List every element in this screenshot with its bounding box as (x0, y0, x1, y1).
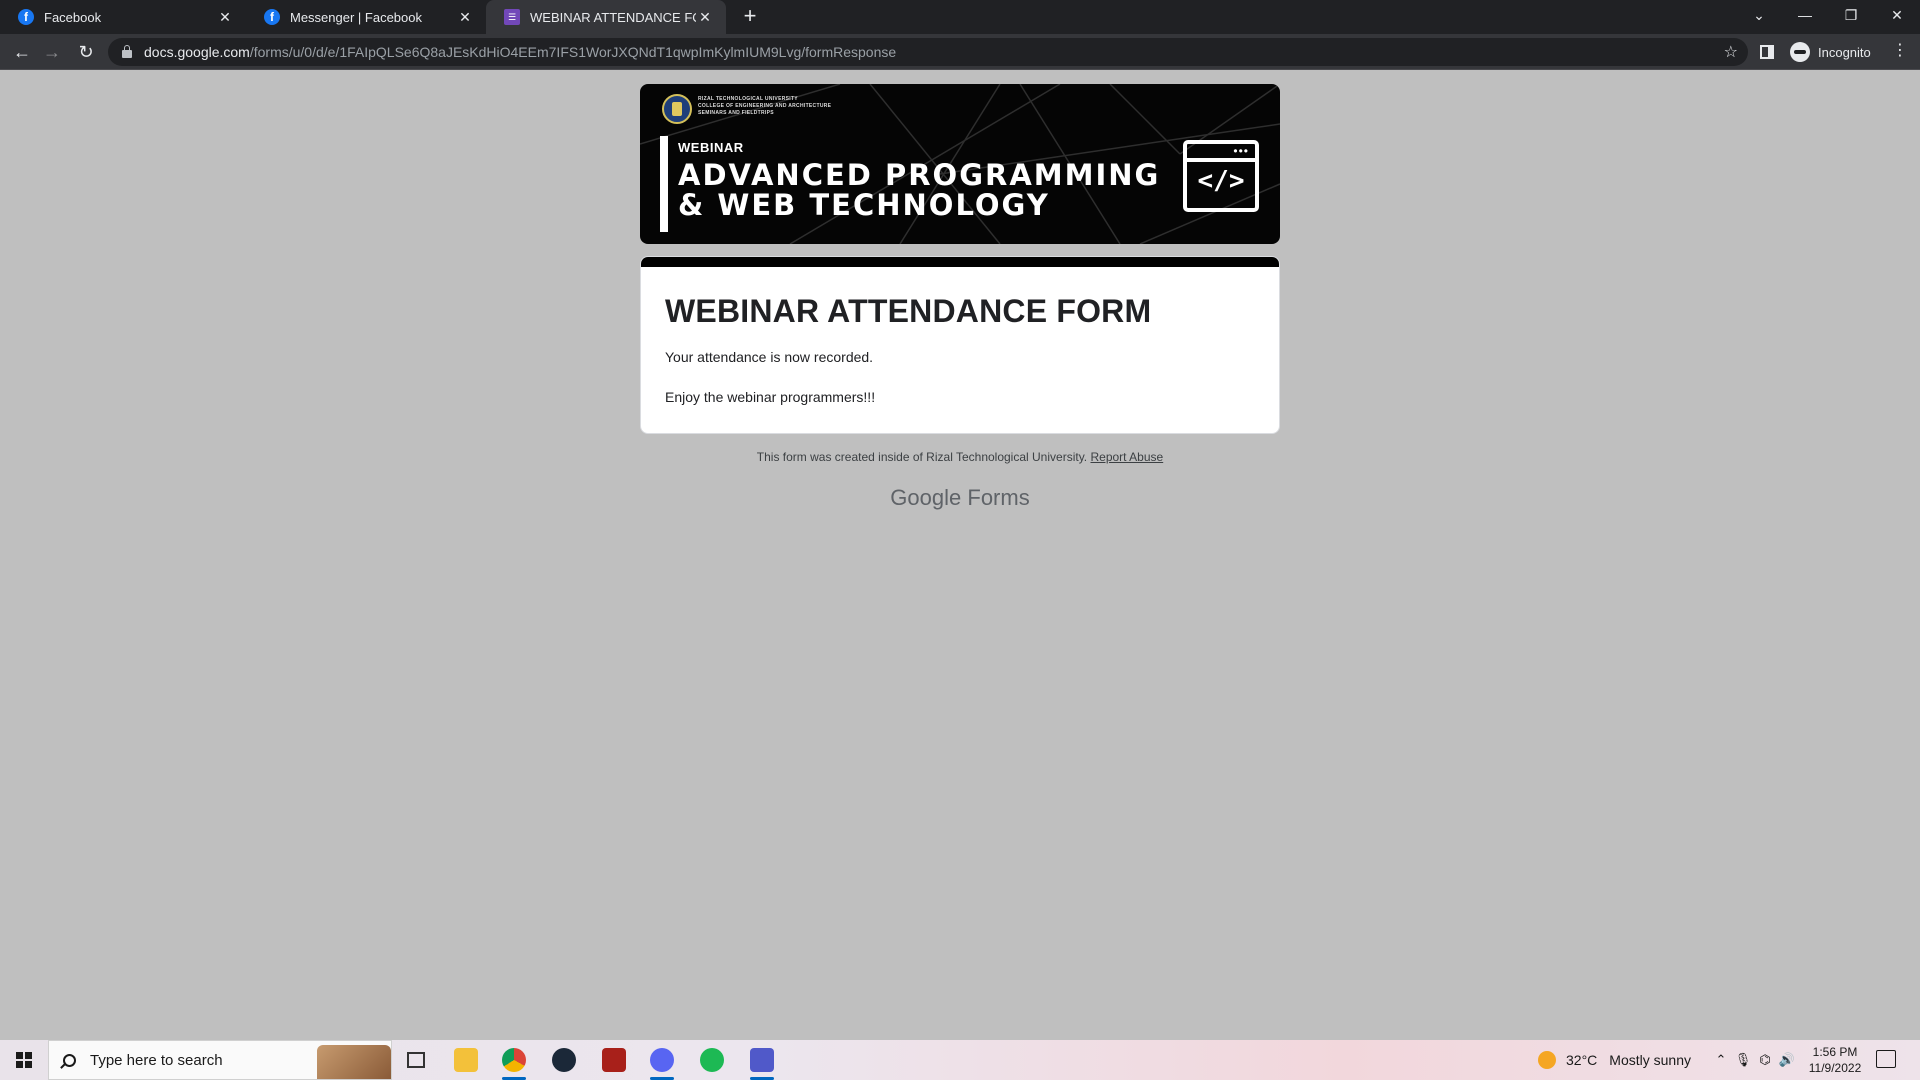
new-tab-button[interactable]: + (738, 5, 762, 29)
network-icon[interactable]: ⌬ (1754, 1052, 1776, 1068)
close-tab-icon[interactable]: ✕ (696, 8, 714, 26)
back-icon[interactable]: ← (10, 40, 34, 64)
university-line: RIZAL TECHNOLOGICAL UNIVERSITY (698, 96, 798, 102)
discord-icon[interactable] (642, 1044, 682, 1080)
weather-temperature: 32°C (1566, 1052, 1598, 1068)
confirmation-message: Your attendance is now recorded. (665, 349, 874, 365)
windows-logo-icon (16, 1052, 32, 1068)
notification-center-icon[interactable] (1876, 1050, 1896, 1068)
form-footer-note: This form was created inside of Rizal Te… (0, 450, 1920, 464)
spotify-icon[interactable] (692, 1044, 732, 1076)
taskbar-search-box[interactable]: Type here to search (48, 1040, 392, 1080)
confirmation-card: WEBINAR ATTENDANCE FORM Your attendance … (640, 256, 1280, 434)
task-view-icon[interactable] (396, 1044, 436, 1076)
taskbar-clock[interactable]: 1:56 PM 11/9/2022 (1800, 1044, 1870, 1076)
banner-accent-bar (660, 136, 668, 232)
incognito-profile-button[interactable]: Incognito (1786, 40, 1881, 64)
chevron-up-icon[interactable]: ⌃ (1710, 1052, 1732, 1068)
facebook-icon: f (18, 9, 34, 25)
form-title: WEBINAR ATTENDANCE FORM (665, 293, 1152, 329)
steam-icon[interactable] (544, 1044, 584, 1076)
close-tab-icon[interactable]: ✕ (216, 8, 234, 26)
url-path: /forms/u/0/d/e/1FAIpQLSe6Q8aJEsKdHiO4EEm… (249, 44, 897, 60)
tab-title: WEBINAR ATTENDANCE FORM (530, 9, 696, 25)
reload-icon[interactable]: ↻ (74, 40, 98, 64)
card-accent-bar (641, 257, 1279, 267)
university-seal-logo (662, 94, 692, 124)
tab-facebook[interactable]: f Facebook ✕ (0, 0, 246, 34)
side-panel-icon[interactable] (1760, 45, 1774, 59)
form-page: RIZAL TECHNOLOGICAL UNIVERSITY COLLEGE O… (0, 71, 1920, 1039)
google-forms-icon: ☰ (504, 9, 520, 25)
banner-title-line1: ADVANCED PROGRAMMING (678, 158, 1161, 192)
window-dots: ••• (1233, 144, 1249, 158)
footer-note-text: This form was created inside of Rizal Te… (756, 450, 1088, 464)
volume-icon[interactable]: 🔊 (1776, 1052, 1798, 1068)
tab-webinar-form[interactable]: ☰ WEBINAR ATTENDANCE FORM ✕ (486, 0, 726, 34)
browser-toolbar: ← → ↻ docs.google.com/forms/u/0/d/e/1FAI… (0, 34, 1920, 70)
search-highlight-image (317, 1045, 391, 1079)
facebook-icon: f (264, 9, 280, 25)
report-abuse-link[interactable]: Report Abuse (1090, 450, 1163, 464)
minimize-button[interactable]: — (1782, 0, 1828, 30)
weather-condition: Mostly sunny (1609, 1052, 1691, 1068)
code-glyph: </> (1197, 166, 1245, 196)
clock-time: 1:56 PM (1812, 1045, 1858, 1059)
incognito-icon (1790, 42, 1810, 62)
search-placeholder: Type here to search (90, 1051, 223, 1069)
tab-strip: f Facebook ✕ f Messenger | Facebook ✕ ☰ … (0, 0, 1920, 34)
close-tab-icon[interactable]: ✕ (456, 8, 474, 26)
google-wordmark: Google (890, 485, 962, 510)
banner-tag: WEBINAR (678, 140, 744, 155)
bookmark-star-icon[interactable]: ☆ (1724, 42, 1738, 62)
restore-button[interactable]: ❐ (1828, 0, 1874, 30)
microphone-icon[interactable]: 🎙 (1732, 1052, 1754, 1068)
header-banner-image: RIZAL TECHNOLOGICAL UNIVERSITY COLLEGE O… (640, 84, 1280, 244)
window-title-bar (1187, 158, 1255, 162)
forms-wordmark: Forms (967, 485, 1030, 510)
tab-messenger[interactable]: f Messenger | Facebook ✕ (246, 0, 486, 34)
incognito-label: Incognito (1818, 44, 1871, 60)
university-name: RIZAL TECHNOLOGICAL UNIVERSITY COLLEGE O… (698, 96, 831, 117)
search-icon (63, 1053, 76, 1067)
clock-date: 11/9/2022 (1808, 1061, 1862, 1075)
university-line: SEMINARS AND FIELDTRIPS (698, 110, 774, 116)
code-window-icon: ••• </> (1183, 140, 1259, 212)
address-bar[interactable]: docs.google.com/forms/u/0/d/e/1FAIpQLSe6… (108, 38, 1748, 66)
file-explorer-icon[interactable] (446, 1044, 486, 1076)
dota-icon[interactable] (594, 1044, 634, 1076)
chrome-icon[interactable] (494, 1044, 534, 1080)
menu-kebab-icon[interactable]: ⋮ (1890, 40, 1910, 60)
close-window-button[interactable]: ✕ (1874, 0, 1920, 30)
google-forms-logo[interactable]: Google Forms (0, 485, 1920, 511)
system-tray: ⌃ 🎙 ⌬ 🔊 (1710, 1040, 1798, 1080)
confirmation-submessage: Enjoy the webinar programmers!!! (665, 389, 876, 405)
tab-search-icon[interactable]: ⌄ (1736, 0, 1782, 30)
lock-icon[interactable] (122, 44, 132, 58)
sunny-weather-icon (1538, 1051, 1556, 1069)
url-host: docs.google.com (144, 44, 250, 60)
tab-title: Messenger | Facebook (290, 9, 422, 25)
windows-taskbar: Type here to search 32°C Mostly sunny ⌃ … (0, 1040, 1920, 1080)
banner-title-line2: & WEB TECHNOLOGY (678, 188, 1050, 222)
tab-title: Facebook (44, 9, 102, 25)
university-line: COLLEGE OF ENGINEERING AND ARCHITECTURE (698, 103, 832, 109)
teams-icon[interactable] (742, 1044, 782, 1080)
forward-icon[interactable]: → (40, 40, 64, 64)
weather-widget[interactable]: 32°C Mostly sunny (1538, 1040, 1691, 1080)
start-button[interactable] (0, 1040, 48, 1080)
